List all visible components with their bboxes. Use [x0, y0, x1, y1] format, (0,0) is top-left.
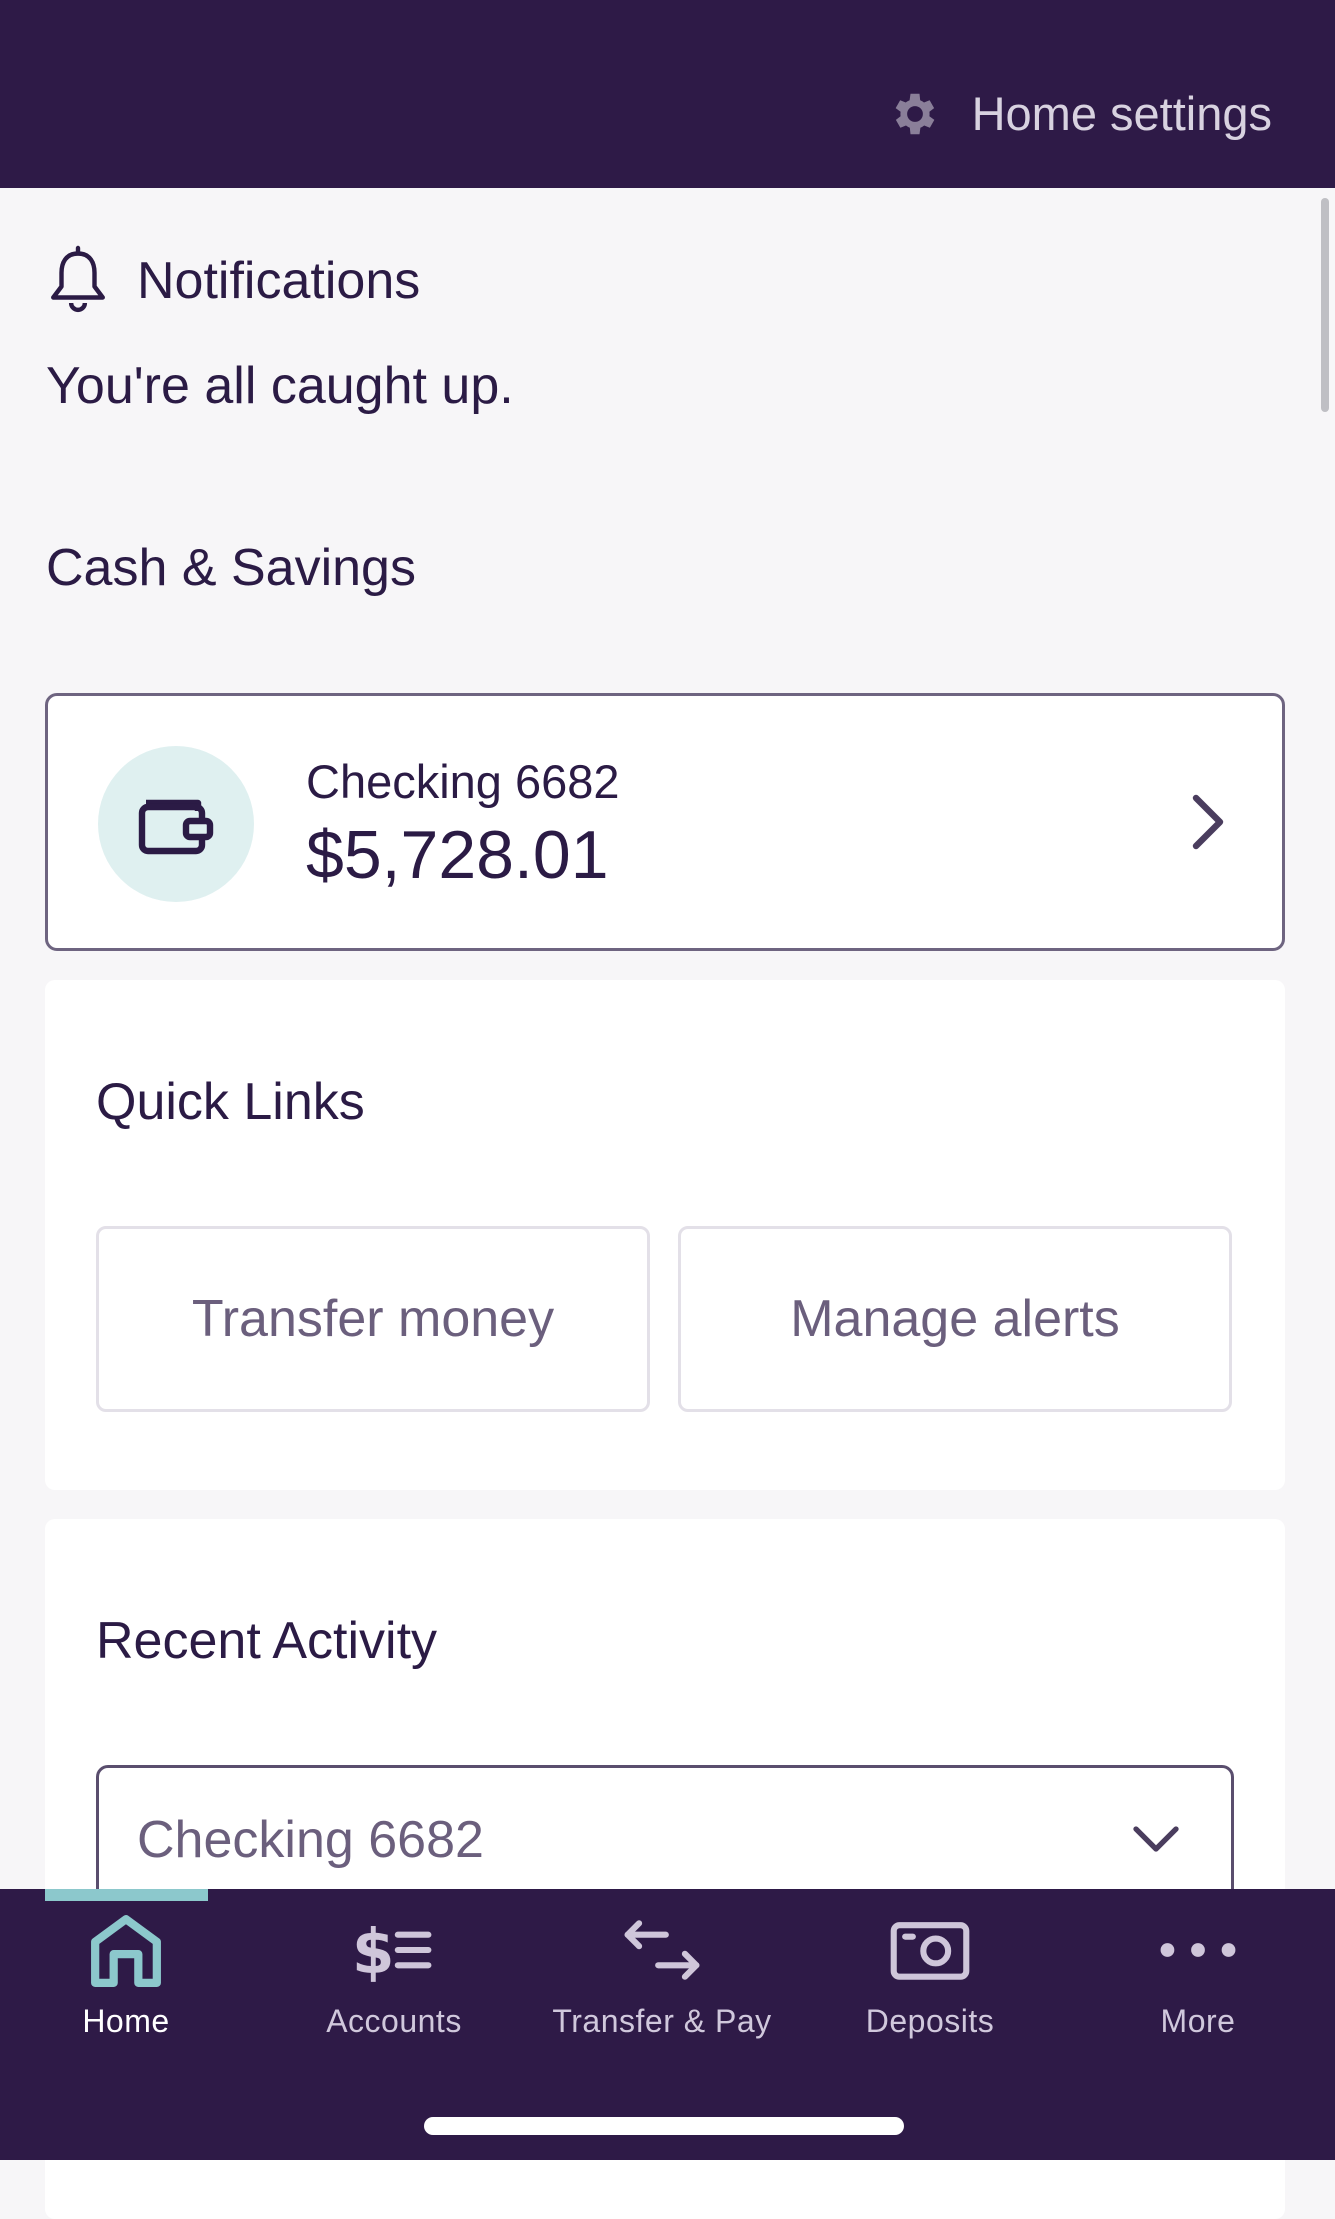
- checking-account-card[interactable]: Checking 6682 $5,728.01: [45, 693, 1285, 951]
- bell-icon: [51, 245, 105, 313]
- home-settings-button[interactable]: Home settings: [888, 86, 1272, 141]
- nav-more[interactable]: More: [1078, 1913, 1318, 2063]
- recent-activity-title: Recent Activity: [96, 1612, 438, 1670]
- wallet-icon-circle: [98, 746, 254, 902]
- account-name: Checking 6682: [306, 755, 620, 808]
- transfer-icon: [624, 1920, 700, 1980]
- transfer-money-button[interactable]: Transfer money: [96, 1226, 650, 1412]
- home-settings-label: Home settings: [971, 87, 1272, 140]
- gear-icon: [895, 93, 934, 134]
- cash-savings-title: Cash & Savings: [46, 539, 416, 597]
- nav-home-label: Home: [82, 2003, 170, 2039]
- camera-icon: [890, 1922, 970, 1980]
- chevron-right-icon: [1192, 794, 1224, 850]
- nav-accounts-label: Accounts: [326, 2003, 462, 2039]
- account-balance: $5,728.01: [306, 817, 609, 893]
- active-tab-indicator: [45, 1889, 208, 1901]
- quick-links-card: Quick Links Transfer money Manage alerts: [45, 980, 1285, 1490]
- notifications-header: Notifications: [45, 245, 420, 317]
- home-icon: [91, 1915, 161, 1987]
- svg-text:$: $: [352, 1917, 395, 1987]
- scrollbar[interactable]: [1321, 198, 1329, 412]
- top-bar: Home settings: [0, 0, 1335, 188]
- nav-home[interactable]: Home: [6, 1913, 246, 2063]
- more-icon: [1160, 1943, 1236, 1957]
- wallet-icon: [138, 799, 214, 855]
- nav-more-label: More: [1160, 2003, 1236, 2039]
- quick-links-title: Quick Links: [96, 1073, 365, 1131]
- chevron-down-icon: [1133, 1826, 1179, 1852]
- account-select-value: Checking 6682: [137, 1811, 484, 1869]
- nav-transfer-pay-label: Transfer & Pay: [552, 2003, 772, 2039]
- nav-transfer-pay[interactable]: Transfer & Pay: [542, 1913, 782, 2063]
- manage-alerts-button[interactable]: Manage alerts: [678, 1226, 1232, 1412]
- nav-deposits-label: Deposits: [865, 2003, 995, 2039]
- nav-deposits[interactable]: Deposits: [810, 1913, 1050, 2063]
- accounts-icon: $: [352, 1917, 432, 1987]
- nav-accounts[interactable]: $ Accounts: [274, 1913, 514, 2063]
- bottom-nav: Home $ Accounts Transfer & Pay Deposits: [0, 1889, 1335, 2160]
- home-indicator-bar[interactable]: [424, 2117, 904, 2135]
- notifications-message: You're all caught up.: [46, 357, 514, 415]
- notifications-title: Notifications: [137, 252, 421, 310]
